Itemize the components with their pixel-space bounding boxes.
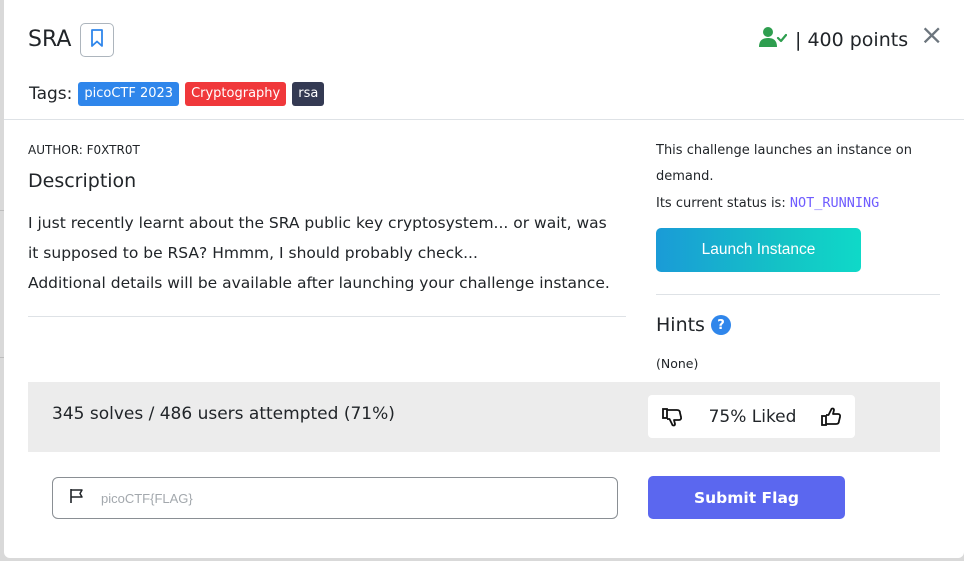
bookmark-button[interactable] [80,23,114,57]
launch-instance-button[interactable]: Launch Instance [656,228,861,272]
hints-value: (None) [656,356,699,371]
instance-panel: This challenge launches an instance on d… [656,138,942,371]
tag-cryptography[interactable]: Cryptography [185,82,287,106]
tags-row: Tags: picoCTF 2023 Cryptography rsa [29,82,330,106]
divider [28,316,626,317]
thumbs-up-icon[interactable] [821,407,843,427]
description-body: I just recently learnt about the SRA pub… [28,208,618,298]
description-line: I just recently learnt about the SRA pub… [28,214,607,262]
author-label: AUTHOR: F0XTR0T [28,143,140,157]
likes-box: 75% Liked [648,395,855,438]
thumbs-down-icon[interactable] [662,407,684,427]
tag-picoctf-2023[interactable]: picoCTF 2023 [78,82,180,106]
flag-icon [69,488,85,508]
points-label: | 400 points [795,28,909,51]
points-display: | 400 points [759,26,916,53]
description-heading: Description [28,170,137,192]
hints-heading: Hints ? [656,314,731,336]
modal-header: SRA | 400 points × Tags: picoCTF 2023 Cr… [4,0,964,120]
challenge-modal: SRA | 400 points × Tags: picoCTF 2023 Cr… [4,0,964,558]
challenge-title: SRA [28,27,72,52]
status-prefix: Its current status is: [656,196,786,211]
tag-rsa[interactable]: rsa [292,82,325,106]
hints-title: Hints [656,314,705,336]
description-line: Additional details will be available aft… [28,274,610,292]
flag-input[interactable] [101,490,581,506]
solves-text: 345 solves / 486 users attempted (71%) [52,404,395,424]
instance-description: This challenge launches an instance on d… [656,143,912,184]
user-check-icon [759,26,788,53]
instance-status-line: Its current status is: NOT_RUNNING [656,190,942,217]
flag-input-group [52,477,618,519]
liked-percentage: 75% Liked [708,406,797,427]
close-icon[interactable]: × [920,20,943,50]
divider [656,294,940,295]
submit-flag-button[interactable]: Submit Flag [648,476,845,519]
tags-label: Tags: [29,84,73,104]
stats-bar: 345 solves / 486 users attempted (71%) 7… [28,382,940,452]
status-badge: NOT_RUNNING [789,195,880,211]
bookmark-icon [89,28,105,52]
question-circle-icon[interactable]: ? [710,315,731,335]
